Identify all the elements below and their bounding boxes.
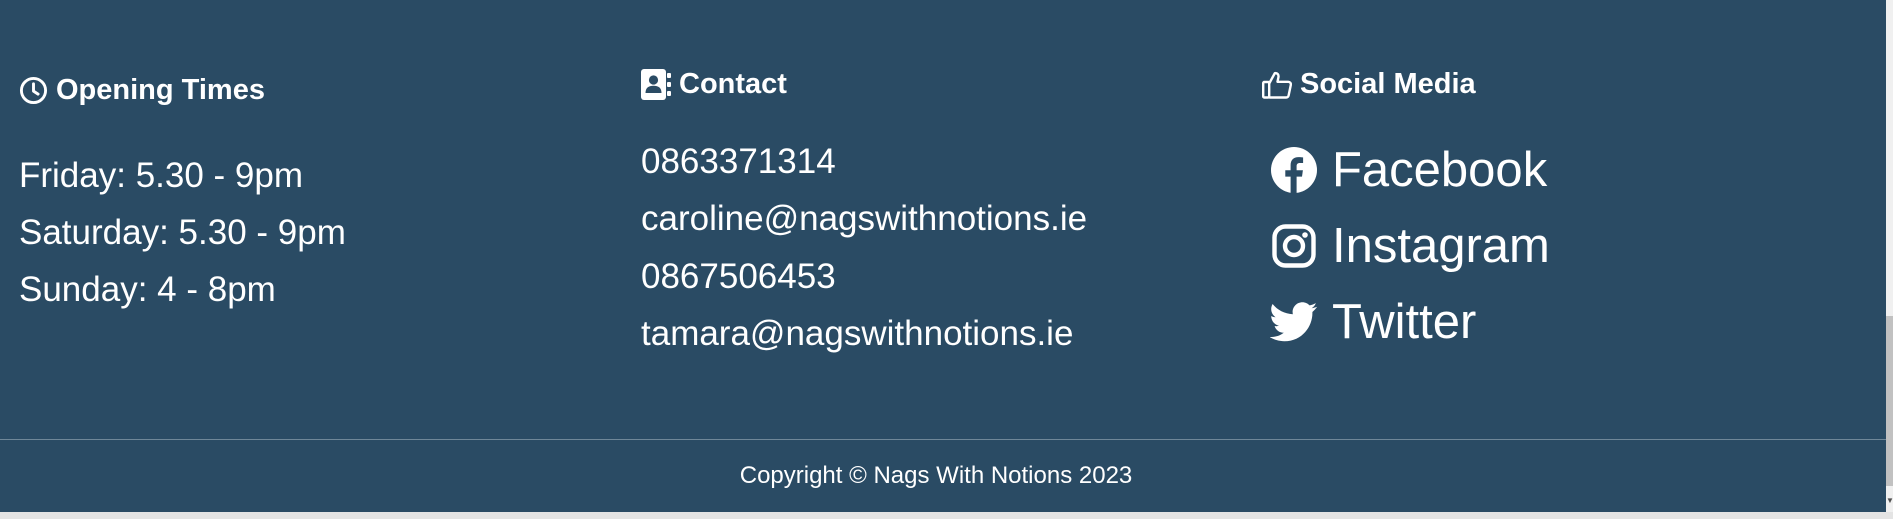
address-book-icon [641,69,671,100]
instagram-link[interactable]: Instagram [1270,218,1550,274]
contact-email-2[interactable]: tamara@nagswithnotions.ie [641,314,1073,354]
scroll-down-arrow-icon[interactable]: ▼ [1886,492,1893,510]
opening-times-title: Opening Times [56,74,265,106]
contact-heading: Contact [641,68,787,101]
opening-hours-saturday: Saturday: 5.30 - 9pm [19,213,346,252]
footer-divider [0,439,1886,440]
window-bottom-edge [0,512,1893,519]
opening-hours-sunday: Sunday: 4 - 8pm [19,270,276,309]
instagram-label: Instagram [1332,219,1550,273]
clock-icon [19,76,48,105]
site-footer: Opening Times Friday: 5.30 - 9pm Saturda… [0,0,1886,512]
vertical-scrollbar-thumb[interactable] [1886,316,1893,486]
contact-email-1[interactable]: caroline@nagswithnotions.ie [641,199,1087,239]
facebook-label: Facebook [1332,143,1548,197]
twitter-icon [1270,298,1318,346]
contact-phone-1[interactable]: 0863371314 [641,142,836,182]
facebook-link[interactable]: Facebook [1270,142,1547,198]
thumbs-up-icon [1262,71,1292,99]
opening-hours-friday: Friday: 5.30 - 9pm [19,156,303,195]
social-media-title: Social Media [1300,68,1476,100]
opening-times-heading: Opening Times [19,74,265,107]
contact-phone-2[interactable]: 0867506453 [641,257,836,297]
facebook-icon [1270,146,1318,194]
social-media-heading: Social Media [1262,68,1476,101]
instagram-icon [1270,222,1318,270]
twitter-link[interactable]: Twitter [1270,294,1476,350]
copyright-text: Copyright © Nags With Notions 2023 [739,462,1133,489]
contact-title: Contact [679,68,787,100]
twitter-label: Twitter [1332,295,1477,349]
